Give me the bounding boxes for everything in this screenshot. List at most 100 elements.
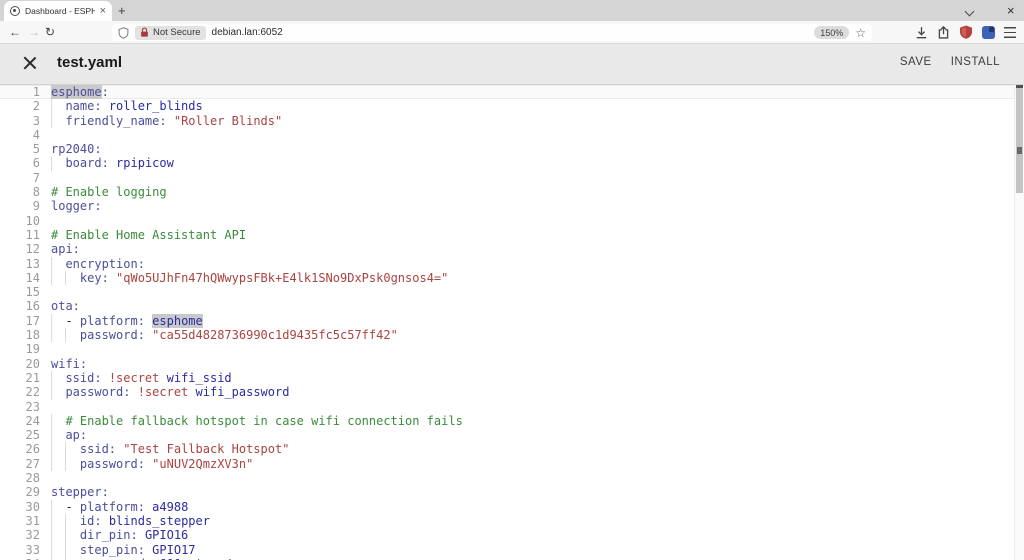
code-line[interactable]: 11 # Enable Home Assistant API: [0, 228, 1024, 242]
code-line[interactable]: 3 friendly_name: "Roller Blinds": [0, 113, 1024, 128]
line-content: dir_pin: GPIO16: [51, 528, 189, 543]
code-line[interactable]: 16 ota:: [0, 299, 1024, 313]
line-number: 24: [25, 413, 40, 428]
back-icon[interactable]: ←: [9, 25, 21, 39]
code-line[interactable]: 13 encryption:: [0, 256, 1024, 271]
code-line[interactable]: 17 - platform: esphome: [0, 313, 1024, 329]
install-button[interactable]: INSTALL: [951, 56, 1000, 68]
code-token: ota:: [51, 299, 80, 314]
code-line[interactable]: 33 step_pin: GPIO17: [0, 542, 1024, 557]
code-line[interactable]: 27 password: "uNUV2QmzXV3n": [0, 456, 1024, 472]
code-line[interactable]: 28: [0, 471, 1024, 485]
code-line[interactable]: 2 name: roller_blinds: [0, 99, 1024, 114]
window-close-icon[interactable]: ×: [1007, 3, 1015, 18]
forward-icon[interactable]: →: [28, 25, 40, 39]
line-content: key: "qWo5UJhFn47hQWwypsFBk+E4lk1SNo9DxP…: [51, 270, 448, 286]
browser-window: Dashboard - ESPHome × + × ← → ↻ Not Secu…: [0, 0, 1024, 560]
code-line[interactable]: 9 logger:: [0, 199, 1024, 213]
code-line[interactable]: 21 ssid: !secret wifi_ssid: [0, 370, 1024, 386]
code-editor[interactable]: 1 esphome: 2 name: roller_blinds 3 friendly…: [0, 85, 1024, 560]
code-line[interactable]: 22 password: !secret wifi_password: [0, 385, 1024, 400]
line-content: id: blinds_stepper: [51, 513, 210, 529]
line-number: 22: [25, 385, 40, 400]
line-content: step_pin: GPIO17: [51, 542, 196, 557]
security-label: Not Secure: [153, 27, 201, 38]
code-line[interactable]: 20 wifi:: [0, 357, 1024, 371]
line-content: password: !secret wifi_password: [51, 385, 289, 400]
code-lines: 1 esphome: 2 name: roller_blinds 3 friendly…: [0, 85, 1024, 560]
line-content: ssid: "Test Fallback Hotspot": [51, 442, 290, 457]
scrollbar-thumb[interactable]: [1016, 85, 1023, 193]
line-number: 15: [25, 285, 40, 300]
line-number: 32: [25, 528, 40, 543]
indent-guide: [51, 99, 52, 114]
code-line[interactable]: 1 esphome:: [0, 85, 1024, 100]
code-token: wifi_ssid: [166, 370, 232, 385]
tab-close-icon[interactable]: ×: [100, 5, 106, 17]
url-bar[interactable]: Not Secure debian.lan:6052 150% ☆: [112, 24, 872, 41]
code-line[interactable]: 30 - platform: a4988: [0, 499, 1024, 514]
code-line[interactable]: 29 stepper:: [0, 485, 1024, 499]
download-icon[interactable]: [915, 26, 928, 39]
indent-guide: [51, 542, 52, 557]
adblock-shield-icon[interactable]: [959, 25, 973, 39]
code-line[interactable]: 8 # Enable logging: [0, 185, 1024, 199]
code-token: "Test Fallback Hotspot": [123, 442, 290, 457]
code-line[interactable]: 5 rp2040:: [0, 142, 1024, 156]
menu-hamburger-icon[interactable]: [1004, 26, 1016, 38]
code-line[interactable]: 10: [0, 214, 1024, 228]
code-line[interactable]: 12 api:: [0, 242, 1024, 256]
line-content: logger:: [51, 199, 102, 213]
browser-tab[interactable]: Dashboard - ESPHome ×: [4, 1, 112, 21]
indent-guide: [65, 542, 67, 557]
code-token: !secret: [108, 370, 160, 385]
code-line[interactable]: 23: [0, 400, 1024, 414]
line-number: 14: [25, 270, 40, 285]
url-text[interactable]: debian.lan:6052: [212, 27, 809, 38]
reload-icon[interactable]: ↻: [45, 25, 55, 39]
editor-scrollbar[interactable]: [1014, 85, 1024, 560]
line-content: - platform: a4988: [51, 499, 188, 514]
close-editor-icon[interactable]: [22, 55, 38, 71]
security-chip[interactable]: Not Secure: [135, 25, 206, 40]
line-content: rp2040:: [51, 142, 102, 156]
tracking-shield-icon[interactable]: [118, 26, 129, 39]
indent-guide: [65, 528, 67, 543]
code-token: GPIO16: [144, 528, 189, 543]
code-line[interactable]: 19: [0, 342, 1024, 356]
line-number: 2: [32, 99, 40, 114]
code-token: :: [101, 85, 109, 99]
save-button[interactable]: SAVE: [900, 56, 932, 68]
indent-guide: [51, 528, 52, 543]
code-line[interactable]: 15: [0, 285, 1024, 299]
code-line[interactable]: 6 board: rpipicow: [0, 156, 1024, 171]
code-line[interactable]: 18 password: "ca55d4828736990c1d9435fc5c…: [0, 328, 1024, 343]
new-tab-button[interactable]: +: [118, 2, 126, 19]
code-line[interactable]: 32 dir_pin: GPIO16: [0, 528, 1024, 543]
code-line[interactable]: 7: [0, 171, 1024, 185]
code-line[interactable]: 31 id: blinds_stepper: [0, 513, 1024, 529]
code-token: stepper:: [51, 485, 109, 500]
bookmark-star-icon[interactable]: ☆: [855, 27, 866, 39]
line-number: 23: [25, 399, 40, 414]
code-line[interactable]: 24 # Enable fallback hotspot in case wif…: [0, 413, 1024, 429]
share-icon[interactable]: [937, 25, 950, 39]
line-number: 27: [25, 456, 40, 471]
code-line[interactable]: 4: [0, 128, 1024, 142]
zoom-level-badge[interactable]: 150%: [814, 26, 850, 39]
code-token: wifi:: [51, 356, 88, 371]
code-token: id:: [79, 513, 102, 528]
code-token: roller_blinds: [108, 99, 203, 114]
extension-icon[interactable]: [982, 25, 995, 39]
code-token: ssid:: [65, 370, 102, 385]
line-number: 8: [32, 185, 40, 200]
code-token: # Enable logging: [51, 185, 167, 200]
code-line[interactable]: 25 ap:: [0, 428, 1024, 443]
tab-list-chevron-icon[interactable]: [964, 6, 975, 17]
code-line[interactable]: 26 ssid: "Test Fallback Hotspot": [0, 442, 1024, 457]
code-line[interactable]: 14 key: "qWo5UJhFn47hQWwypsFBk+E4lk1SNo9…: [0, 270, 1024, 286]
